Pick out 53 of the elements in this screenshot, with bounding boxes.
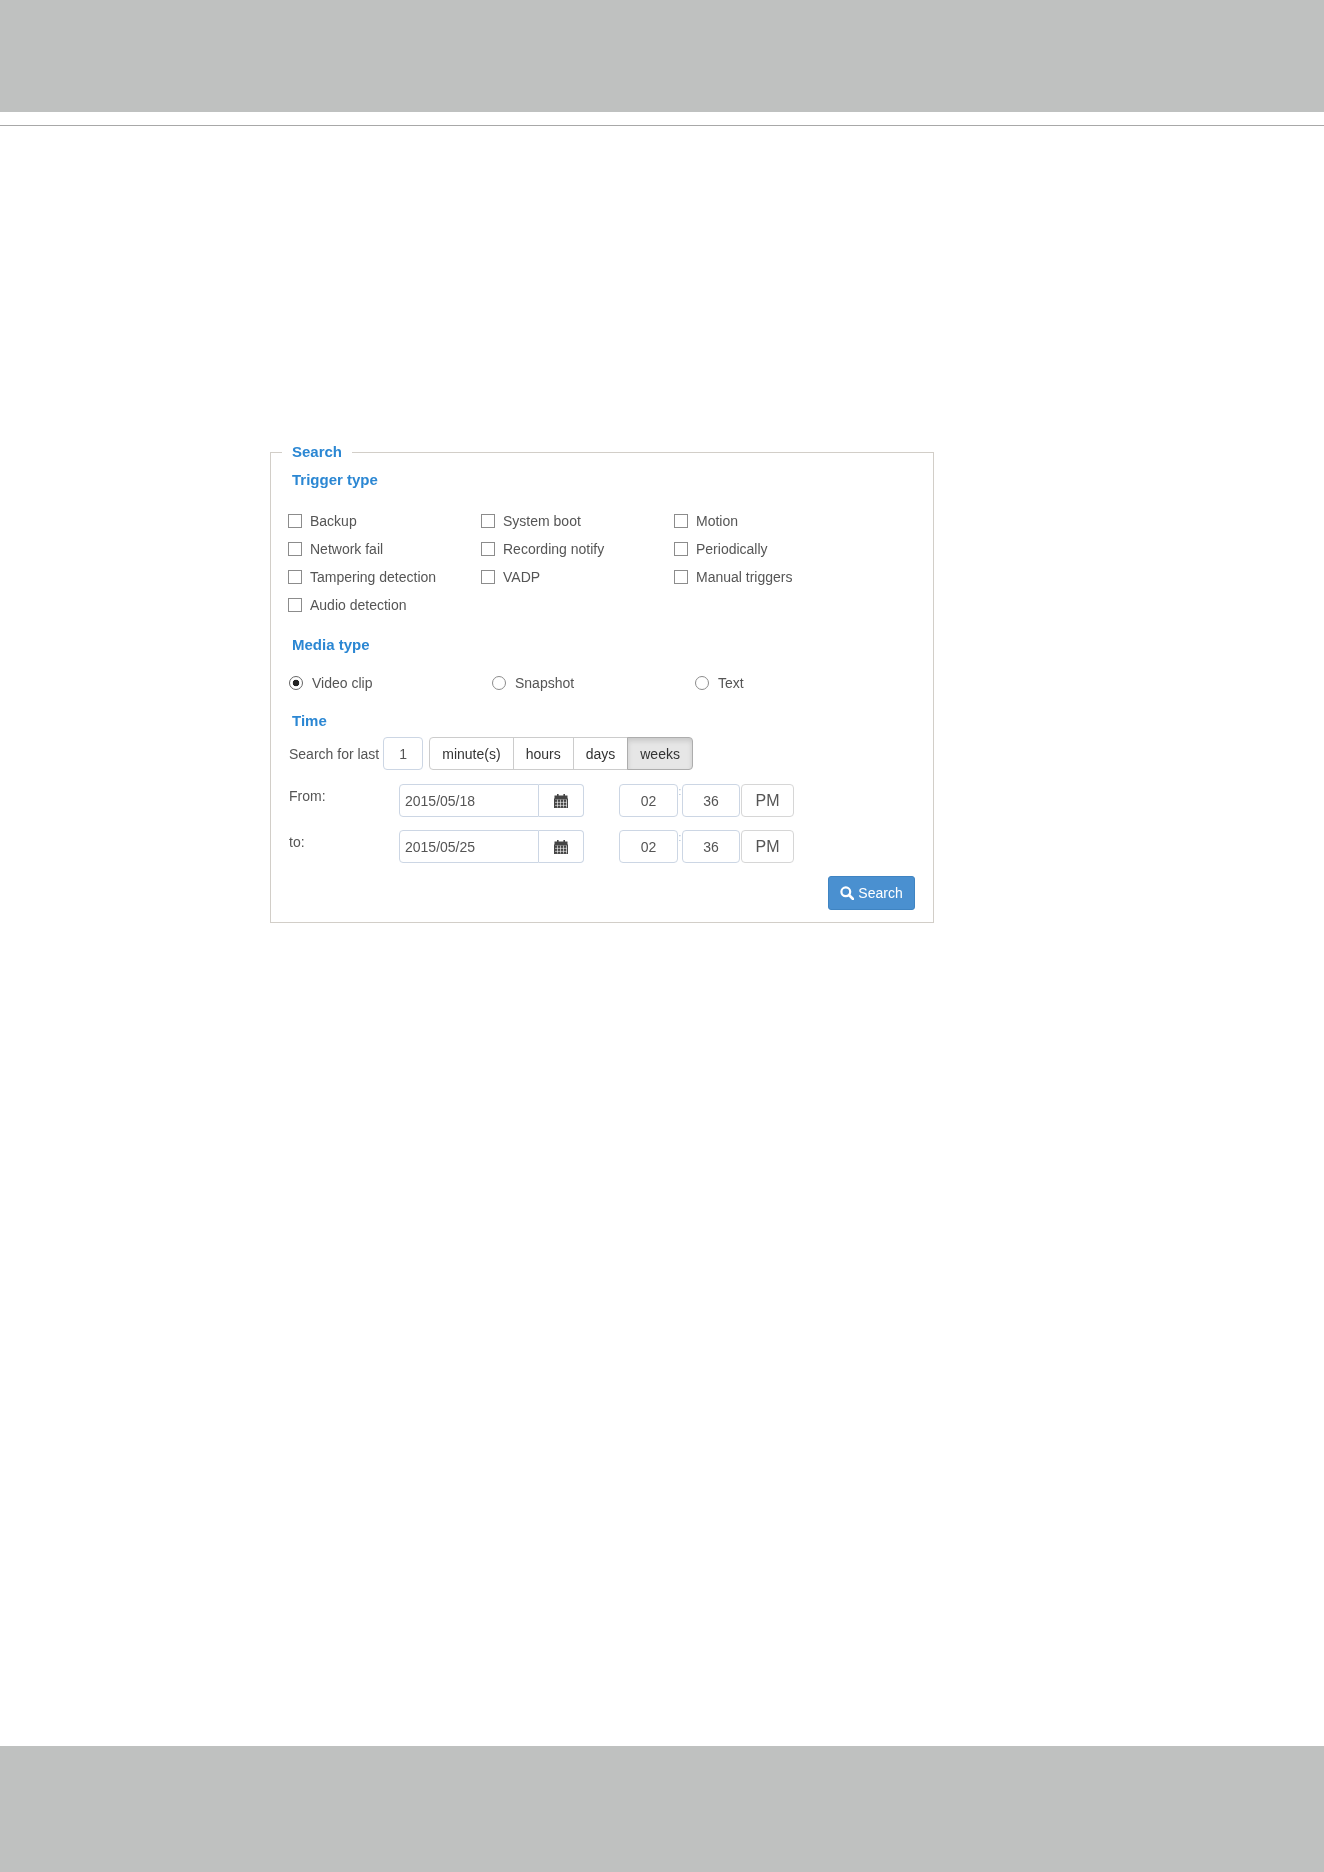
radio-button[interactable] <box>492 676 506 690</box>
checkbox[interactable] <box>674 514 688 528</box>
checkbox-label: System boot <box>503 512 581 531</box>
checkbox-label: Audio detection <box>310 596 407 615</box>
field-label: From: <box>289 788 326 804</box>
panel-title: Search <box>291 443 344 461</box>
checkbox-label: Motion <box>696 512 739 531</box>
date-field[interactable]: 2015/05/18 <box>399 784 539 817</box>
minute-field[interactable]: 36 <box>682 830 740 863</box>
calendar-button[interactable] <box>539 784 584 817</box>
count-field[interactable]: 1 <box>383 737 424 770</box>
unit-button[interactable]: days <box>572 737 629 770</box>
calendar-icon <box>554 793 568 808</box>
checkbox-label: VADP <box>503 568 541 587</box>
minute-field[interactable]: 36 <box>682 784 740 817</box>
checkbox-label: Backup <box>310 512 357 531</box>
checkbox-label: Manual triggers <box>696 568 793 587</box>
time-separator: : <box>678 833 682 843</box>
period-button[interactable]: PM <box>741 784 794 817</box>
period-button[interactable]: PM <box>741 830 794 863</box>
unit-button[interactable]: weeks <box>627 737 693 770</box>
date-field[interactable]: 2015/05/25 <box>399 830 539 863</box>
radio-label: Text <box>718 674 744 693</box>
section-heading: Time <box>292 712 327 730</box>
radio-label: Video clip <box>312 674 373 693</box>
hour-field[interactable]: 02 <box>619 784 678 817</box>
calendar-icon <box>554 839 568 854</box>
checkbox[interactable] <box>481 570 495 584</box>
checkbox-label: Tampering detection <box>310 568 437 587</box>
calendar-button[interactable] <box>539 830 584 863</box>
search-icon <box>840 886 855 900</box>
section-heading: Media type <box>292 636 370 654</box>
radio-button[interactable] <box>695 676 709 690</box>
checkbox-label: Periodically <box>696 540 768 559</box>
radio-button[interactable] <box>289 676 303 690</box>
checkbox[interactable] <box>288 514 302 528</box>
radio-label: Snapshot <box>515 674 575 693</box>
time-separator: : <box>678 787 682 797</box>
checkbox[interactable] <box>674 570 688 584</box>
field-label: to: <box>289 834 305 850</box>
checkbox[interactable] <box>288 570 302 584</box>
hour-field[interactable]: 02 <box>619 830 678 863</box>
checkbox[interactable] <box>288 598 302 612</box>
unit-button[interactable]: hours <box>512 737 574 770</box>
unit-button[interactable]: minute(s) <box>429 737 514 770</box>
checkbox[interactable] <box>481 542 495 556</box>
checkbox-label: Network fail <box>310 540 384 559</box>
checkbox[interactable] <box>288 542 302 556</box>
checkbox-label: Recording notify <box>503 540 605 559</box>
checkbox[interactable] <box>481 514 495 528</box>
checkbox[interactable] <box>674 542 688 556</box>
field-label: Search for last <box>289 745 380 762</box>
section-heading: Trigger type <box>292 471 378 489</box>
